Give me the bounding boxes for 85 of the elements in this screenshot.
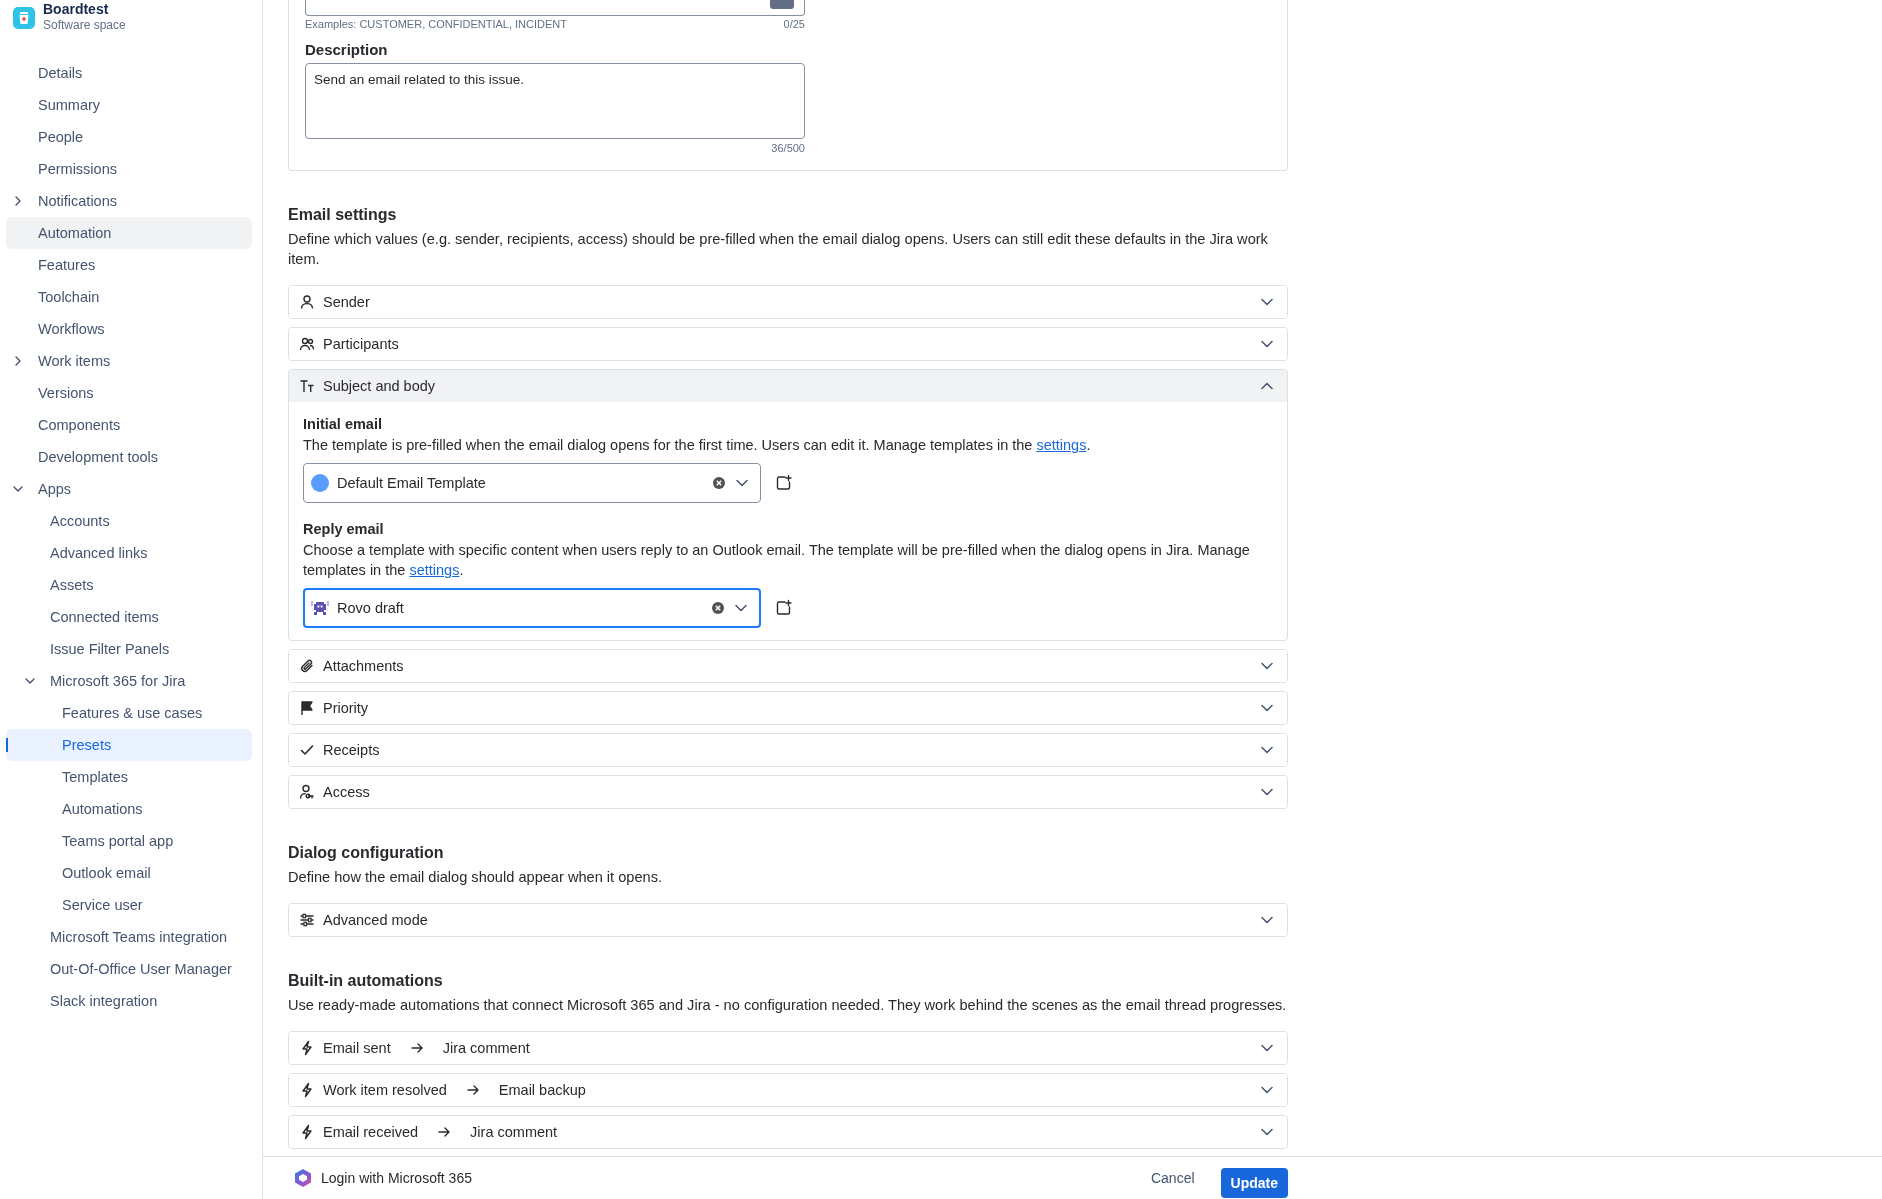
field-label: Description xyxy=(305,41,389,58)
accordion-header[interactable]: Receipts xyxy=(289,734,1287,766)
sidebar-item[interactable]: Toolchain xyxy=(6,281,252,313)
helper-text: Examples: CUSTOMER, CONFIDENTIAL, INCIDENT xyxy=(305,18,567,30)
accordion-header[interactable]: Access xyxy=(289,776,1287,808)
sidebar-item[interactable]: Automations xyxy=(6,793,252,825)
add-template-icon[interactable] xyxy=(775,474,793,492)
section-description: Define how the email dialog should appear when it opens. xyxy=(288,868,663,887)
arrow-right-icon xyxy=(410,1043,423,1053)
sidebar-item[interactable]: Accounts xyxy=(6,505,252,537)
help-text: Choose a template with specific content when users reply to an Outlook email. The template will be pre-filled when the dialog opens in Jira. Manage templates in the settings. xyxy=(303,541,1251,580)
people-icon xyxy=(299,336,315,352)
sidebar-item[interactable]: Microsoft 365 for Jira xyxy=(6,665,252,697)
section-description: Use ready-made automations that connect Microsoft 365 and Jira - no configuration needed. They work behind the scenes as the email thread progresses. xyxy=(288,996,1288,1015)
sidebar-item[interactable]: Presets xyxy=(6,729,252,761)
sidebar-item[interactable]: Apps xyxy=(6,473,252,505)
section-heading: Dialog configuration xyxy=(288,843,445,863)
sidebar-item[interactable]: Components xyxy=(6,409,252,441)
template-dot-icon xyxy=(311,474,329,492)
add-template-icon[interactable] xyxy=(775,599,793,617)
robot-icon xyxy=(311,599,329,617)
accordion-header[interactable]: Participants xyxy=(289,328,1287,360)
paperclip-icon xyxy=(299,658,315,674)
person-icon xyxy=(299,294,315,310)
section-heading: Built-in automations xyxy=(288,971,444,991)
sidebar-item[interactable]: Teams portal app xyxy=(6,825,252,857)
sidebar-item[interactable]: Development tools xyxy=(6,441,252,473)
arrow-right-icon xyxy=(466,1085,479,1095)
description-textarea[interactable]: Send an email related to this issue. xyxy=(305,63,805,139)
automation-row[interactable]: Email sent Jira comment xyxy=(289,1032,1287,1064)
section-heading: Email settings xyxy=(288,205,398,225)
sliders-icon xyxy=(299,912,315,928)
tag-input-field[interactable] xyxy=(305,0,805,16)
clear-icon[interactable] xyxy=(711,601,725,615)
accordion-header[interactable]: Sender xyxy=(289,286,1287,318)
template-select[interactable]: Rovo draft xyxy=(303,588,761,628)
accordion-header[interactable]: Attachments xyxy=(289,650,1287,682)
accordion-header[interactable]: Advanced mode xyxy=(289,904,1287,936)
sidebar-item[interactable]: Slack integration xyxy=(6,985,252,1017)
section-description: Define which values (e.g. sender, recipients, access) should be pre-filled when the email dialog opens. Users can still edit these defaults in the Jira work item. xyxy=(288,230,1269,269)
arrow-right-icon xyxy=(438,1127,451,1137)
sidebar-item[interactable]: Features xyxy=(6,249,252,281)
text-format-icon xyxy=(299,378,315,394)
space-name: Boardtest xyxy=(43,1,110,17)
sidebar-item[interactable]: Out-Of-Office User Manager xyxy=(6,953,252,985)
sidebar-item[interactable]: Workflows xyxy=(6,313,252,345)
clear-icon[interactable] xyxy=(712,476,726,490)
sidebar-item[interactable]: Details xyxy=(6,57,252,89)
cancel-button[interactable]: Cancel xyxy=(1138,1164,1207,1192)
sidebar-item[interactable]: Assets xyxy=(6,569,252,601)
sidebar-item[interactable]: Connected items xyxy=(6,601,252,633)
settings-link[interactable]: settings xyxy=(409,562,460,578)
template-select[interactable]: Default Email Template xyxy=(303,463,761,503)
sidebar-item[interactable]: Versions xyxy=(6,377,252,409)
sidebar-item[interactable]: Templates xyxy=(6,761,252,793)
sidebar-item[interactable]: Notifications xyxy=(6,185,252,217)
flag-icon xyxy=(299,700,315,716)
sidebar-item[interactable]: Features & use cases xyxy=(6,697,252,729)
sidebar-item[interactable]: Summary xyxy=(6,89,252,121)
character-counter: 0/25 xyxy=(783,18,805,30)
login-text[interactable]: Login with Microsoft 365 xyxy=(321,1170,1131,1186)
character-counter: 36/500 xyxy=(770,142,805,154)
accordion-header[interactable]: Priority xyxy=(289,692,1287,724)
update-button[interactable]: Update xyxy=(1220,1168,1288,1198)
sidebar-item[interactable]: Microsoft Teams integration xyxy=(6,921,252,953)
field-label: Reply email xyxy=(303,521,385,537)
sidebar-item[interactable]: Advanced links xyxy=(6,537,252,569)
field-label: Initial email xyxy=(303,416,383,432)
microsoft-365-logo-icon xyxy=(293,1168,313,1188)
help-text: The template is pre-filled when the email dialog opens for the first time. Users can edit it. Manage templates in the settings. xyxy=(303,436,1092,455)
sidebar-item[interactable]: Work items xyxy=(6,345,252,377)
check-icon xyxy=(299,742,315,758)
sidebar-item[interactable]: People xyxy=(6,121,252,153)
space-logo-icon xyxy=(13,7,35,29)
sidebar-item[interactable]: Automation xyxy=(6,217,252,249)
person-key-icon xyxy=(299,784,315,800)
settings-link[interactable]: settings xyxy=(1036,437,1087,453)
space-type: Software space xyxy=(43,17,126,33)
sidebar-item[interactable]: Outlook email xyxy=(6,857,252,889)
sidebar-item[interactable]: Service user xyxy=(6,889,252,921)
sidebar-item[interactable]: Permissions xyxy=(6,153,252,185)
automation-row[interactable]: Email received Jira comment xyxy=(289,1116,1287,1148)
sidebar-item[interactable]: Issue Filter Panels xyxy=(6,633,252,665)
accordion-header[interactable]: Subject and body xyxy=(289,370,1287,402)
automation-row[interactable]: Work item resolved Email backup xyxy=(289,1074,1287,1106)
